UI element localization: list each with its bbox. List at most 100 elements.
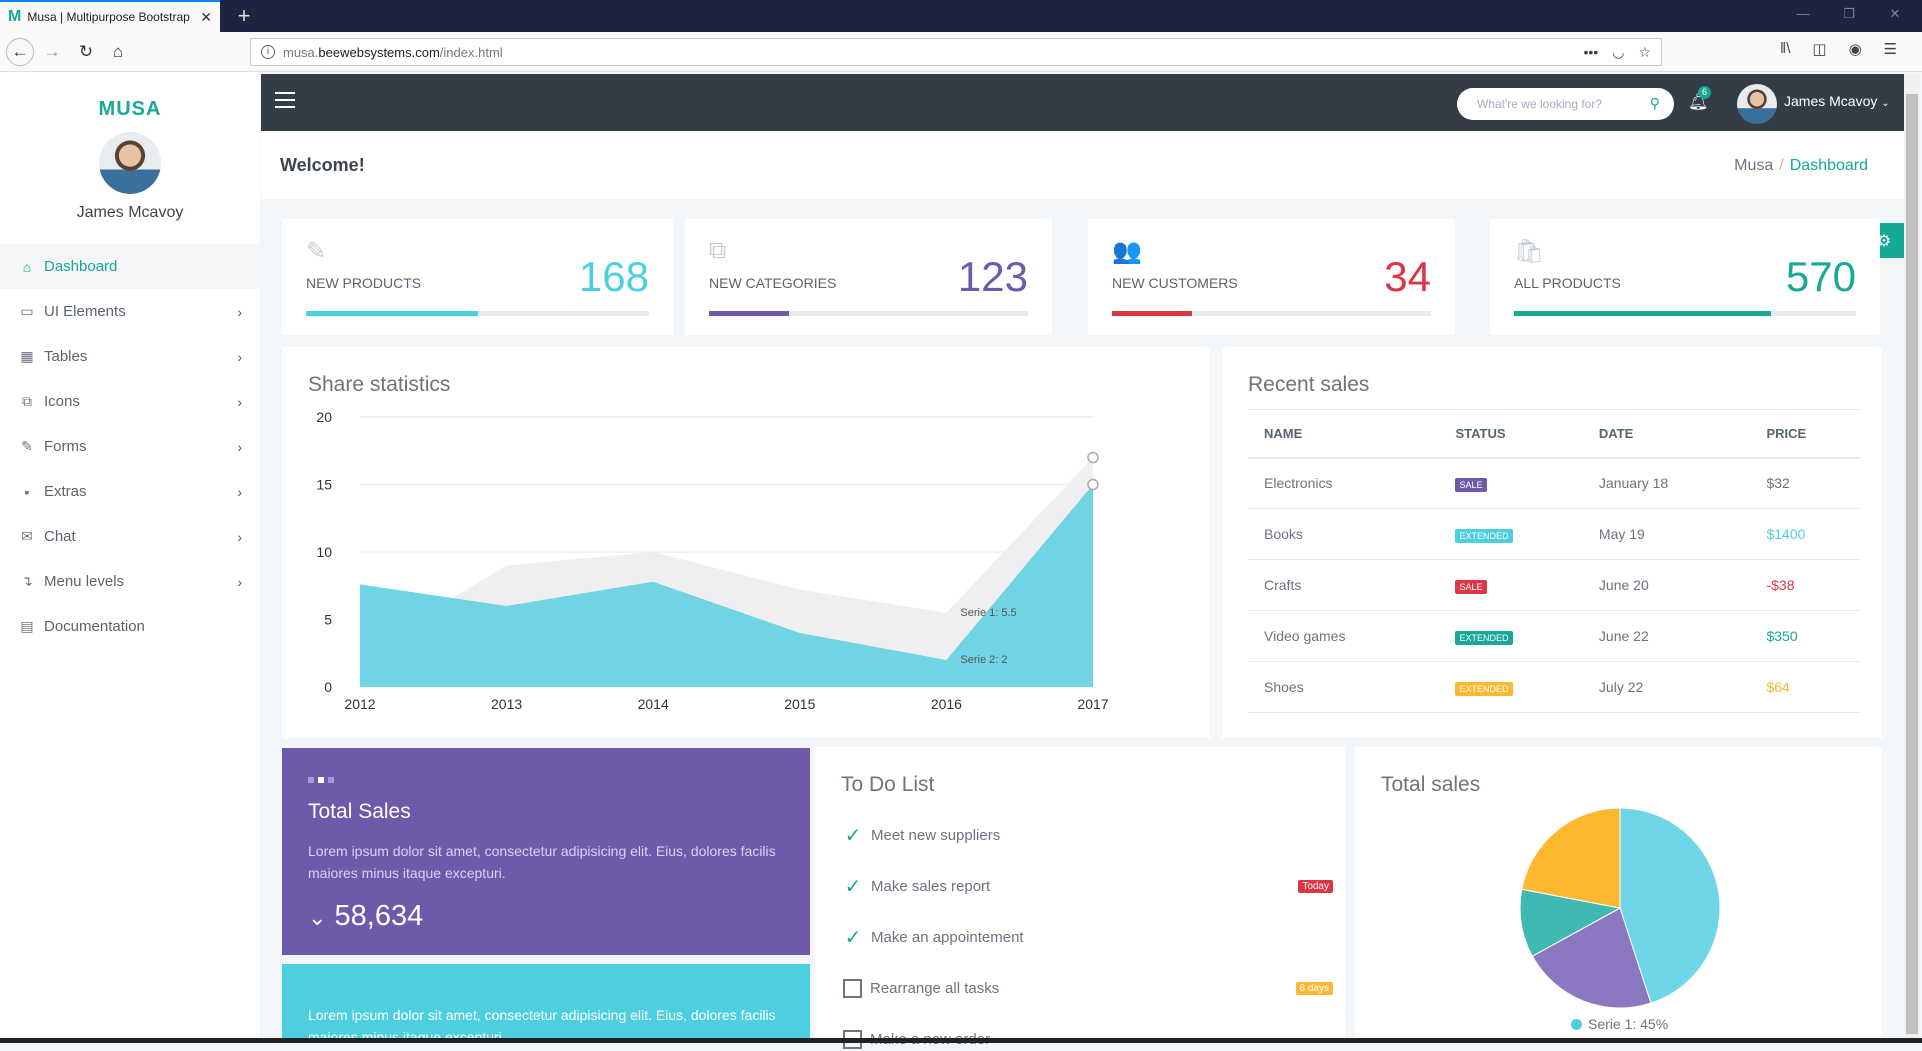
x-tick-label: 2017 (1077, 696, 1108, 712)
sidebar-item-forms[interactable]: ✎ Forms › (0, 424, 260, 469)
header-avatar[interactable] (1737, 84, 1777, 124)
sidebar-item-menu-levels[interactable]: ↴ Menu levels › (0, 559, 260, 604)
carousel-dot[interactable] (308, 777, 314, 783)
sale-name: Crafts (1248, 559, 1440, 611)
table-row[interactable]: Electronics SALE January 18 $32 (1248, 457, 1860, 509)
bookmark-star-icon[interactable]: ☆ (1638, 44, 1651, 61)
table-row[interactable]: Crafts SALE June 20 -$38 (1248, 559, 1860, 611)
clone-icon: ⧉ (22, 393, 32, 409)
todo-item[interactable]: ✓ Make an appointement (843, 925, 1333, 949)
table-row[interactable]: Video games EXTENDED June 22 $350 (1248, 610, 1860, 662)
sidebar-item-ui-elements[interactable]: ▭ UI Elements › (0, 289, 260, 334)
close-window-icon[interactable]: ✕ (1880, 6, 1910, 22)
breadcrumb-home[interactable]: Musa (1734, 157, 1773, 174)
sale-date: July 22 (1582, 661, 1751, 713)
more-actions-icon[interactable]: ••• (1584, 44, 1599, 61)
address-bar[interactable]: i musa. beewebsystems.com/index.html ••• … (250, 38, 1662, 66)
sidebar-item-tables[interactable]: ▦ Tables › (0, 334, 260, 379)
series-1-endpoint[interactable] (1087, 451, 1099, 464)
column-header[interactable]: PRICE (1750, 409, 1860, 459)
account-icon[interactable]: ◉ (1849, 40, 1862, 58)
sidebar-item-label: Icons (44, 393, 80, 410)
sidebar-item-label: Dashboard (44, 258, 118, 275)
sale-date: May 19 (1582, 508, 1751, 560)
sidebar-item-extras[interactable]: ▪ Extras › (0, 469, 260, 514)
column-header[interactable]: NAME (1248, 409, 1440, 459)
x-tick-label: 2013 (491, 696, 522, 712)
total-sales-card: Total Sales Lorem ipsum dolor sit amet, … (282, 748, 810, 955)
checkmark-icon[interactable]: ✓ (843, 876, 863, 898)
user-menu[interactable]: James Mcavoy ⌄ (1784, 93, 1890, 109)
total-sales-value: 58,634 (334, 900, 424, 932)
x-tick-label: 2015 (784, 696, 815, 712)
sidebar-toggle-icon[interactable]: ◫ (1812, 40, 1826, 58)
stat-card-new-customers: 👥 NEW CUSTOMERS 34 (1088, 219, 1455, 335)
chevron-down-icon: ⌄ (1881, 98, 1890, 109)
sidebar-item-dashboard[interactable]: ⌂ Dashboard (0, 244, 260, 289)
scrollbar-thumb[interactable] (1906, 94, 1918, 1034)
sidebar-item-label: Forms (44, 438, 87, 455)
browser-tab[interactable]: M Musa | Multipurpose Bootstrap ✕ (0, 0, 220, 32)
todo-due-badge: Today (1298, 879, 1333, 893)
share-statistics-chart: 0 5 10 15 20 2012 2013 2014 2015 2016 2017 Serie 1:… (316, 409, 1108, 712)
stat-progress-fill (1112, 311, 1192, 316)
pocket-icon[interactable]: ◡ (1612, 44, 1624, 61)
sale-name: Video games (1248, 610, 1440, 662)
breadcrumb: Musa / Dashboard (1734, 157, 1868, 174)
back-button[interactable]: ← (6, 38, 34, 66)
checkmark-icon[interactable]: ✓ (843, 825, 863, 847)
menu-toggle-icon[interactable] (275, 92, 295, 112)
sidebar: MUSA James Mcavoy ⌂ Dashboard ▭ UI Elements… (0, 72, 260, 1038)
legend-swatch (1571, 1018, 1582, 1030)
sidebar-item-chat[interactable]: ✉ Chat › (0, 514, 260, 559)
todo-item[interactable]: ✓ Meet new suppliers (843, 823, 1333, 847)
column-header[interactable]: STATUS (1439, 409, 1583, 459)
sale-price: $350 (1750, 610, 1860, 662)
home-button[interactable]: ⌂ (104, 38, 132, 66)
todo-label: Make an appointement (871, 928, 1024, 946)
checkmark-icon[interactable]: ✓ (843, 927, 863, 949)
status-badge: SALE (1455, 579, 1487, 594)
arrow-right-icon: → (43, 42, 61, 61)
stat-progress-bar (1514, 311, 1856, 316)
minimize-icon[interactable]: — (1788, 6, 1818, 21)
edit-icon: ✎ (306, 238, 327, 265)
column-header[interactable]: DATE (1582, 409, 1751, 459)
table-row[interactable]: Shoes EXTENDED July 22 $64 (1248, 661, 1860, 713)
restore-icon[interactable]: ❐ (1834, 6, 1864, 22)
y-tick-label: 10 (316, 544, 332, 560)
carousel-dot[interactable] (318, 777, 324, 783)
status-badge: SALE (1455, 477, 1487, 492)
series-2-endpoint[interactable] (1087, 478, 1099, 491)
sidebar-item-label: Extras (44, 483, 87, 500)
info-icon[interactable]: i (261, 45, 275, 59)
logo[interactable]: MUSA (0, 98, 260, 121)
pie-legend: Serie 1: 45% (1571, 1016, 1668, 1032)
stat-value: 123 (957, 253, 1028, 300)
reload-button[interactable]: ↻ (72, 38, 100, 66)
hamburger-menu-icon[interactable]: ☰ (1884, 40, 1897, 58)
search-placeholder: What're we looking for? (1477, 97, 1603, 111)
new-tab-button[interactable]: + (230, 2, 258, 30)
sidebar-item-icons[interactable]: ⧉ Icons › (0, 379, 260, 424)
todo-item[interactable]: ✓ Make sales report Today (843, 874, 1333, 898)
sale-date: June 22 (1582, 610, 1751, 662)
forward-button[interactable]: → (38, 38, 66, 66)
sale-price: -$38 (1750, 559, 1860, 611)
carousel-dot[interactable] (328, 777, 334, 783)
checkbox[interactable] (843, 978, 862, 998)
sale-status-cell: SALE (1439, 559, 1583, 611)
stat-value: 168 (578, 253, 649, 300)
url-domain: beewebsystems.com (318, 44, 440, 60)
chevron-right-icon: › (237, 483, 242, 500)
avatar[interactable] (99, 132, 161, 194)
page-scrollbar[interactable] (1904, 74, 1920, 1038)
search-input[interactable]: What're we looking for? ⚲ (1457, 88, 1674, 120)
todo-item[interactable]: Rearrange all tasks 8 days (843, 976, 1333, 1000)
library-icon[interactable]: ‖\ (1780, 40, 1790, 58)
carousel-dots[interactable] (308, 777, 334, 783)
search-icon[interactable]: ⚲ (1650, 95, 1660, 112)
table-row[interactable]: Books EXTENDED May 19 $1400 (1248, 508, 1860, 560)
sidebar-item-documentation[interactable]: ▤ Documentation (0, 604, 260, 649)
close-tab-icon[interactable]: ✕ (192, 9, 220, 26)
